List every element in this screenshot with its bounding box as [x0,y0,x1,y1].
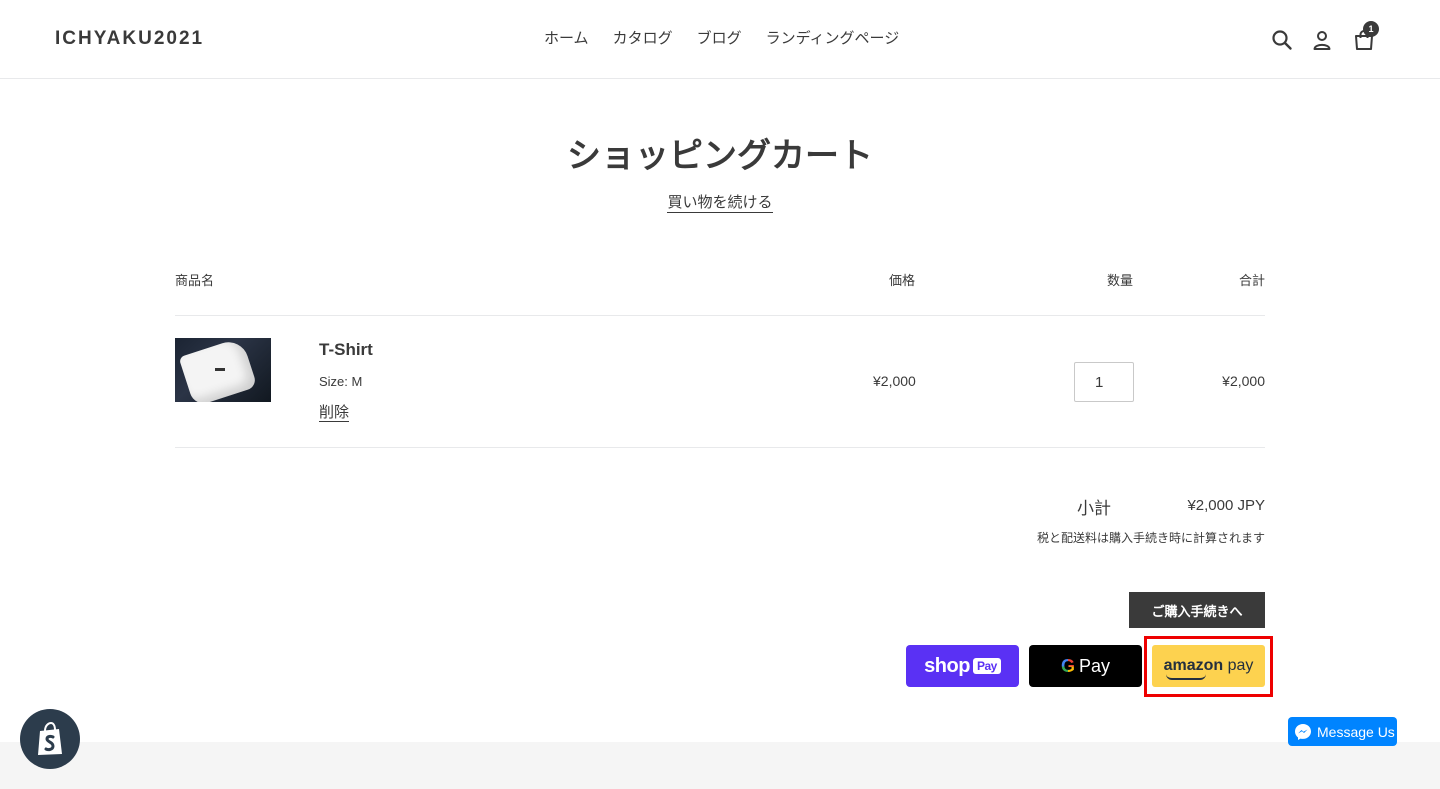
tax-shipping-note: 税と配送料は購入手続き時に計算されます [1036,531,1265,545]
site-header: ICHYAKU2021 ホーム カタログ ブログ ランディングページ 1 [0,0,1440,79]
site-footer [0,742,1440,789]
product-thumbnail[interactable] [175,338,271,402]
quantity-input[interactable] [1074,362,1134,402]
messenger-icon [1295,723,1311,740]
continue-shopping-link[interactable]: 買い物を続ける [667,193,773,213]
google-g-icon: G [1060,655,1075,676]
remove-item-link[interactable]: 削除 [319,404,350,422]
column-header-quantity: 数量 [1107,274,1134,289]
site-logo[interactable]: ICHYAKU2021 [55,28,204,50]
account-icon[interactable] [1310,28,1334,52]
highlight-annotation [1144,636,1273,697]
table-divider-bottom [175,447,1265,448]
subtotal-label: 小計 [1077,499,1111,519]
shopify-bag-icon[interactable] [20,709,80,769]
nav-item-landing-page[interactable]: ランディングページ [766,27,900,48]
table-divider [175,315,1265,316]
nav-item-home[interactable]: ホーム [544,27,589,48]
page-title: ショッピングカート [567,136,873,176]
item-line-total: ¥2,000 [1222,373,1265,389]
nav-item-catalog[interactable]: カタログ [613,27,673,48]
column-header-price: 価格 [889,274,916,289]
checkout-button[interactable]: ご購入手続きへ [1129,592,1265,628]
nav-item-blog[interactable]: ブログ [697,27,742,48]
main-nav: ホーム カタログ ブログ ランディングページ [544,27,899,48]
shop-pay-button[interactable]: shop Pay [906,645,1019,687]
google-pay-label: Pay [1078,655,1111,676]
product-name[interactable]: T-Shirt [319,340,373,360]
shop-pay-label: shop [924,654,970,677]
subtotal-value: ¥2,000 JPY [1187,497,1265,514]
product-variant: Size: M [319,374,363,389]
column-header-product: 商品名 [175,274,215,289]
shop-pay-badge: Pay [972,658,1001,674]
messenger-button[interactable]: Message Us [1288,717,1397,746]
column-header-total: 合計 [1239,274,1266,289]
item-price: ¥2,000 [873,373,916,389]
messenger-label: Message Us [1317,723,1395,740]
google-pay-button[interactable]: G Pay [1029,645,1142,687]
search-icon[interactable] [1270,28,1294,52]
cart-count-badge: 1 [1363,21,1379,37]
